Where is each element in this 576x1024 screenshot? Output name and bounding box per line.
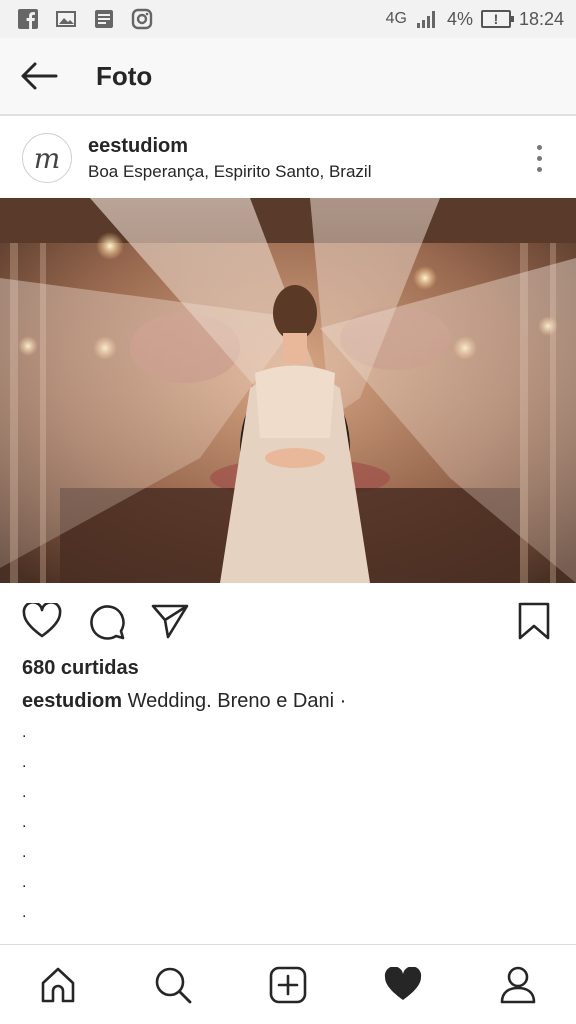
like-button[interactable] — [20, 599, 64, 643]
arrow-left-icon — [21, 62, 58, 90]
avatar[interactable]: m — [22, 133, 72, 183]
post-header: m eestudiom Boa Esperança, Espirito Sant… — [0, 118, 576, 198]
nav-activity[interactable] — [373, 955, 433, 1015]
caption-dot: . — [22, 784, 27, 801]
share-button[interactable] — [148, 599, 192, 643]
caption-dot: . — [22, 844, 27, 861]
home-icon — [41, 967, 74, 1002]
clock: 18:24 — [518, 8, 564, 29]
signal-icon — [415, 7, 439, 31]
instagram-icon — [130, 7, 154, 31]
nav-add[interactable] — [258, 955, 318, 1015]
bookmark-icon — [518, 602, 550, 640]
back-button[interactable] — [0, 37, 78, 115]
facebook-icon — [16, 7, 40, 31]
activity-heart-icon — [385, 966, 422, 1000]
post-author: eestudiom Boa Esperança, Espirito Santo,… — [88, 135, 371, 182]
more-vertical-icon[interactable] — [524, 138, 554, 178]
caption-dots: . . . . . . . . — [22, 718, 42, 958]
status-system: 4G 4% ! 18:24 — [386, 7, 564, 31]
caption-dot: . — [22, 724, 27, 741]
send-icon — [151, 604, 189, 639]
caption-dot: . — [22, 754, 27, 771]
caption-dot: . — [22, 814, 27, 831]
search-icon — [155, 967, 192, 1003]
heart-icon — [22, 603, 62, 638]
battery-percent: 4% — [446, 8, 473, 29]
app-bar: Foto — [0, 38, 576, 116]
add-icon — [269, 966, 307, 1003]
page-title: Foto — [96, 60, 153, 91]
save-button[interactable] — [512, 599, 556, 643]
instagram-photo-screen: 4G 4% ! 18:24 Foto m eestudiom Boa Esper… — [0, 0, 576, 1024]
caption-username[interactable]: eestudiom — [22, 690, 122, 712]
wedding-photo-image — [0, 198, 576, 583]
post-username[interactable]: eestudiom — [88, 135, 371, 158]
post-photo[interactable] — [0, 198, 576, 583]
caption-dot: . — [22, 904, 27, 921]
profile-icon — [501, 966, 536, 1003]
status-notifications — [16, 7, 154, 31]
book-icon — [92, 7, 116, 31]
nav-profile[interactable] — [488, 955, 548, 1015]
caption-dot: . — [22, 874, 27, 891]
network-type: 4G — [385, 10, 407, 27]
post-actions — [0, 596, 576, 646]
battery-icon: ! — [480, 10, 514, 28]
comment-icon — [90, 605, 125, 640]
image-icon — [54, 7, 78, 31]
nav-search[interactable] — [143, 955, 203, 1015]
bottom-nav — [0, 944, 576, 1024]
comment-button[interactable] — [84, 599, 128, 643]
status-bar: 4G 4% ! 18:24 — [0, 0, 576, 38]
caption-text: Wedding. Breno e Dani · — [122, 690, 347, 712]
like-count[interactable]: 680 curtidas — [22, 657, 139, 680]
post-caption: eestudiom Wedding. Breno e Dani · — [22, 690, 346, 713]
nav-home[interactable] — [28, 955, 88, 1015]
post-location[interactable]: Boa Esperança, Espirito Santo, Brazil — [88, 162, 371, 182]
